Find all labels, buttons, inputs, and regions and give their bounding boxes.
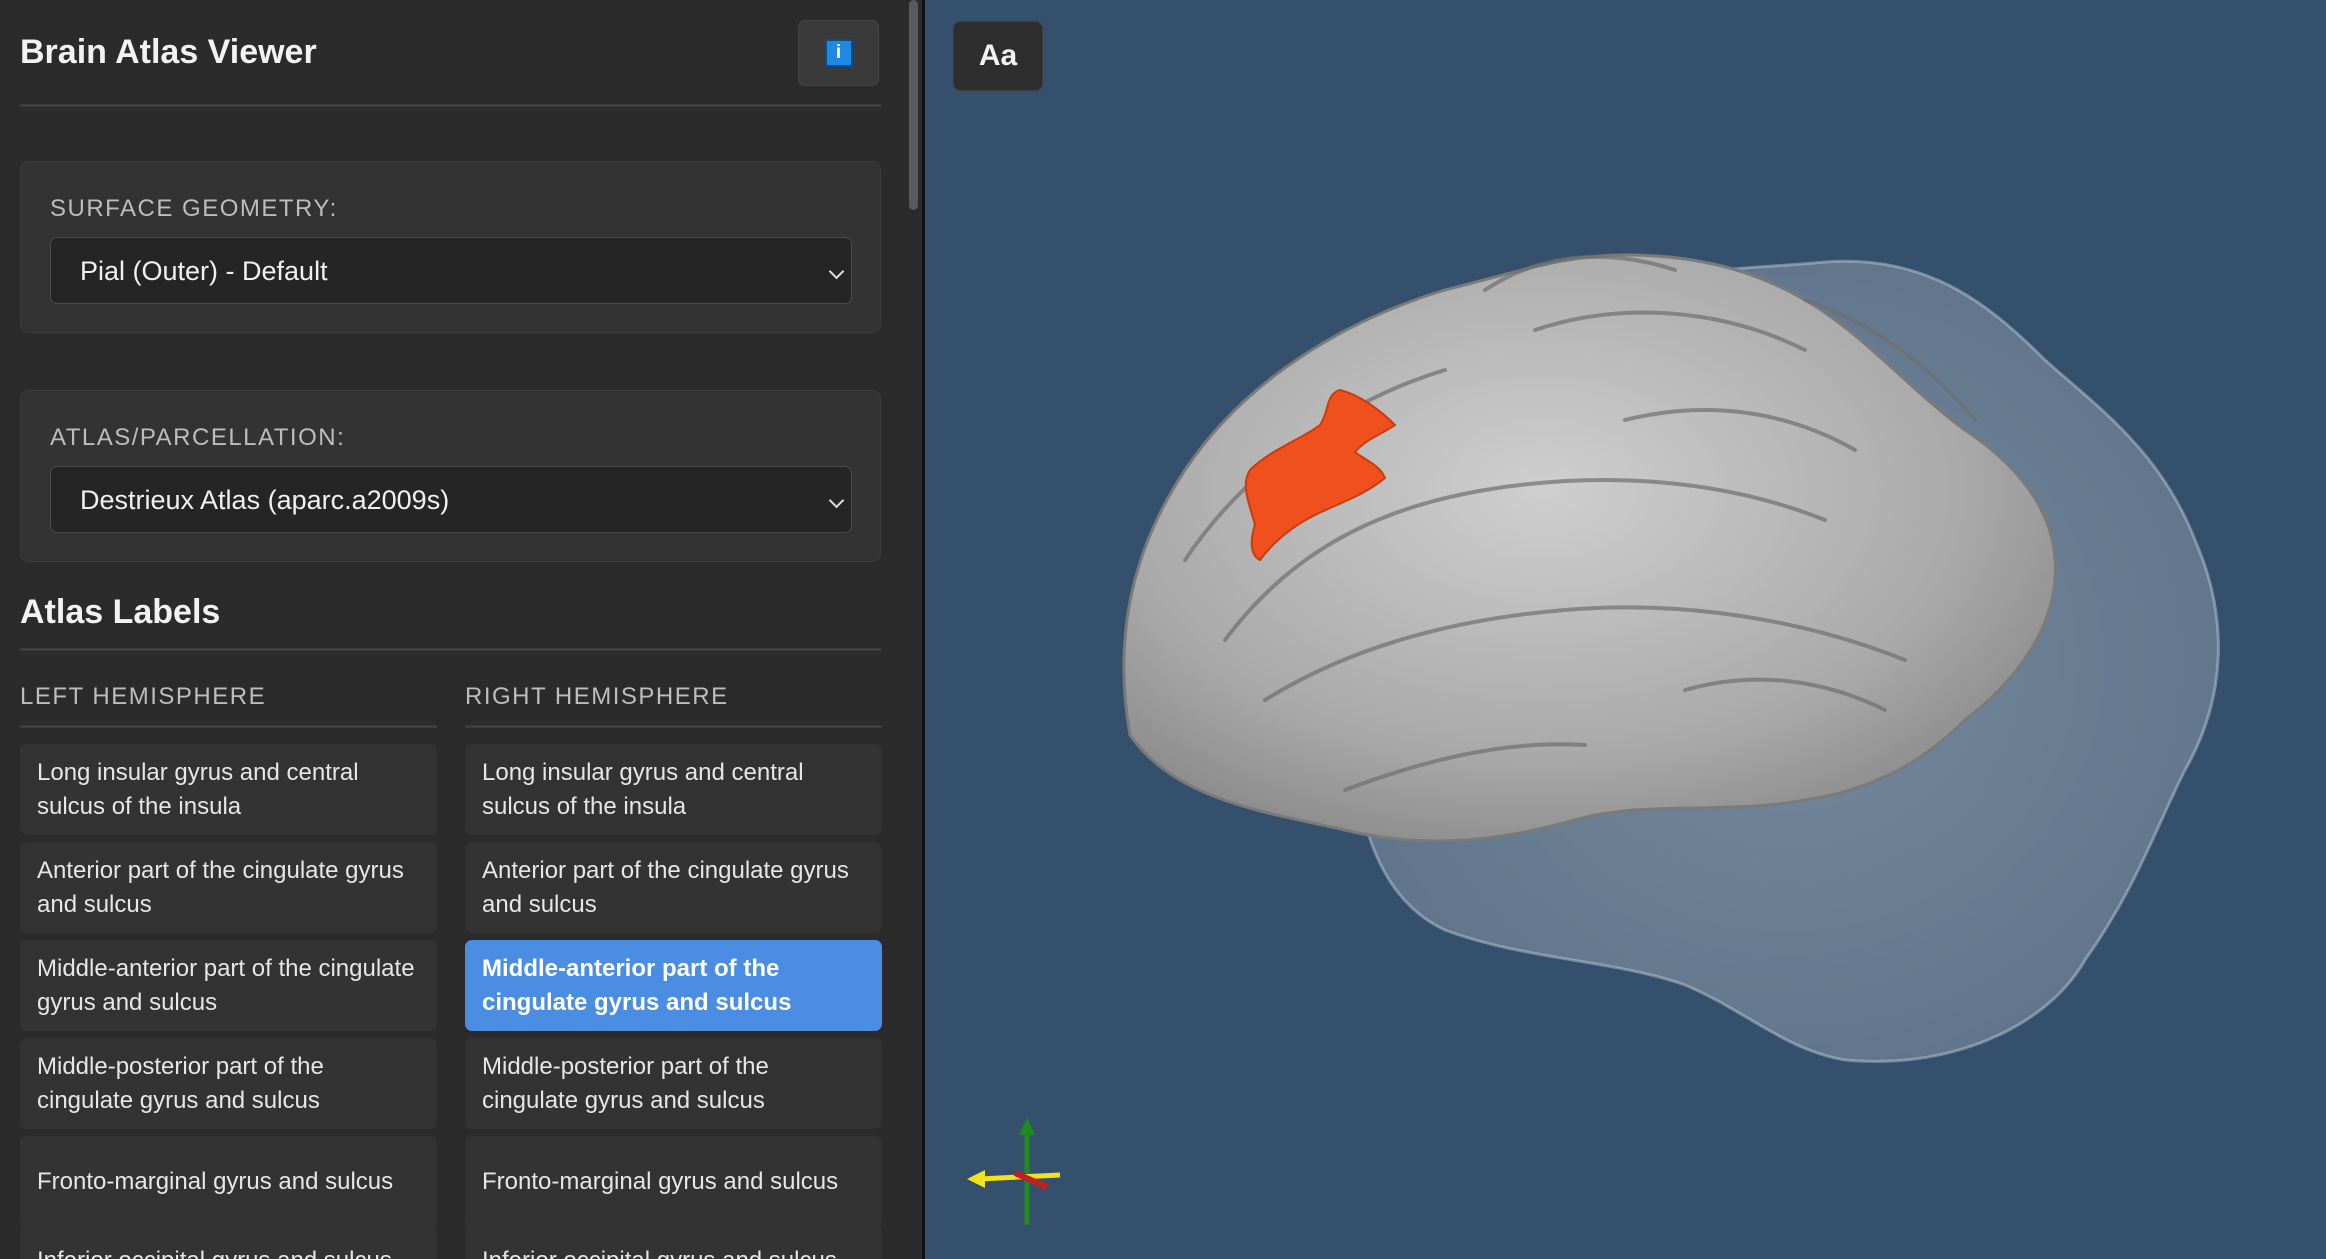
divider xyxy=(20,648,881,651)
atlas-panel: ATLAS/PARCELLATION: Destrieux Atlas (apa… xyxy=(20,390,881,562)
atlas-labels-title: Atlas Labels xyxy=(20,593,221,631)
right-label-item[interactable]: Long insular gyrus and central sulcus of… xyxy=(465,744,882,835)
orientation-axes xyxy=(967,1117,1061,1225)
right-label-item[interactable]: Fronto-marginal gyrus and sulcus xyxy=(465,1136,882,1227)
z-axis-arrow xyxy=(967,1170,985,1188)
left-hemisphere-header: LEFT HEMISPHERE xyxy=(20,683,267,710)
font-size-button[interactable]: Aa xyxy=(953,21,1043,91)
sidebar-header: Brain Atlas Viewer i xyxy=(20,0,881,107)
divider xyxy=(465,725,882,728)
right-label-item[interactable]: Inferior occipital gyrus and sulcus xyxy=(465,1224,882,1259)
surface-geometry-label: SURFACE GEOMETRY: xyxy=(50,195,338,222)
chevron-down-icon xyxy=(828,263,845,280)
surface-geometry-panel: SURFACE GEOMETRY: Pial (Outer) - Default xyxy=(20,161,881,333)
scrollbar-thumb[interactable] xyxy=(909,0,918,210)
3d-viewer-canvas[interactable]: Aa xyxy=(925,0,2326,1259)
left-label-item[interactable]: Anterior part of the cingulate gyrus and… xyxy=(20,842,437,933)
surface-geometry-value: Pial (Outer) - Default xyxy=(80,256,328,286)
app-title: Brain Atlas Viewer xyxy=(20,33,317,71)
info-button[interactable]: i xyxy=(798,20,879,86)
chevron-down-icon xyxy=(828,492,845,509)
right-label-item-selected[interactable]: Middle-anterior part of the cingulate gy… xyxy=(465,940,882,1031)
left-label-item[interactable]: Long insular gyrus and central sulcus of… xyxy=(20,744,437,835)
right-label-item[interactable]: Middle-posterior part of the cingulate g… xyxy=(465,1038,882,1129)
sidebar-scrollbar[interactable] xyxy=(905,0,922,1259)
brain-model[interactable] xyxy=(925,0,2326,1259)
right-hemisphere-header: RIGHT HEMISPHERE xyxy=(465,683,729,710)
divider xyxy=(20,725,437,728)
y-axis-arrow xyxy=(1019,1117,1035,1135)
left-label-item[interactable]: Middle-posterior part of the cingulate g… xyxy=(20,1038,437,1129)
left-label-item[interactable]: Inferior occipital gyrus and sulcus xyxy=(20,1224,437,1259)
surface-geometry-select[interactable]: Pial (Outer) - Default xyxy=(50,237,852,304)
atlas-label: ATLAS/PARCELLATION: xyxy=(50,424,346,451)
sidebar: Brain Atlas Viewer i SURFACE GEOMETRY: P… xyxy=(0,0,905,1259)
left-label-item[interactable]: Fronto-marginal gyrus and sulcus xyxy=(20,1136,437,1227)
info-icon: i xyxy=(824,39,853,67)
left-label-item[interactable]: Middle-anterior part of the cingulate gy… xyxy=(20,940,437,1031)
atlas-select[interactable]: Destrieux Atlas (aparc.a2009s) xyxy=(50,466,852,533)
right-label-item[interactable]: Anterior part of the cingulate gyrus and… xyxy=(465,842,882,933)
atlas-value: Destrieux Atlas (aparc.a2009s) xyxy=(80,485,450,515)
